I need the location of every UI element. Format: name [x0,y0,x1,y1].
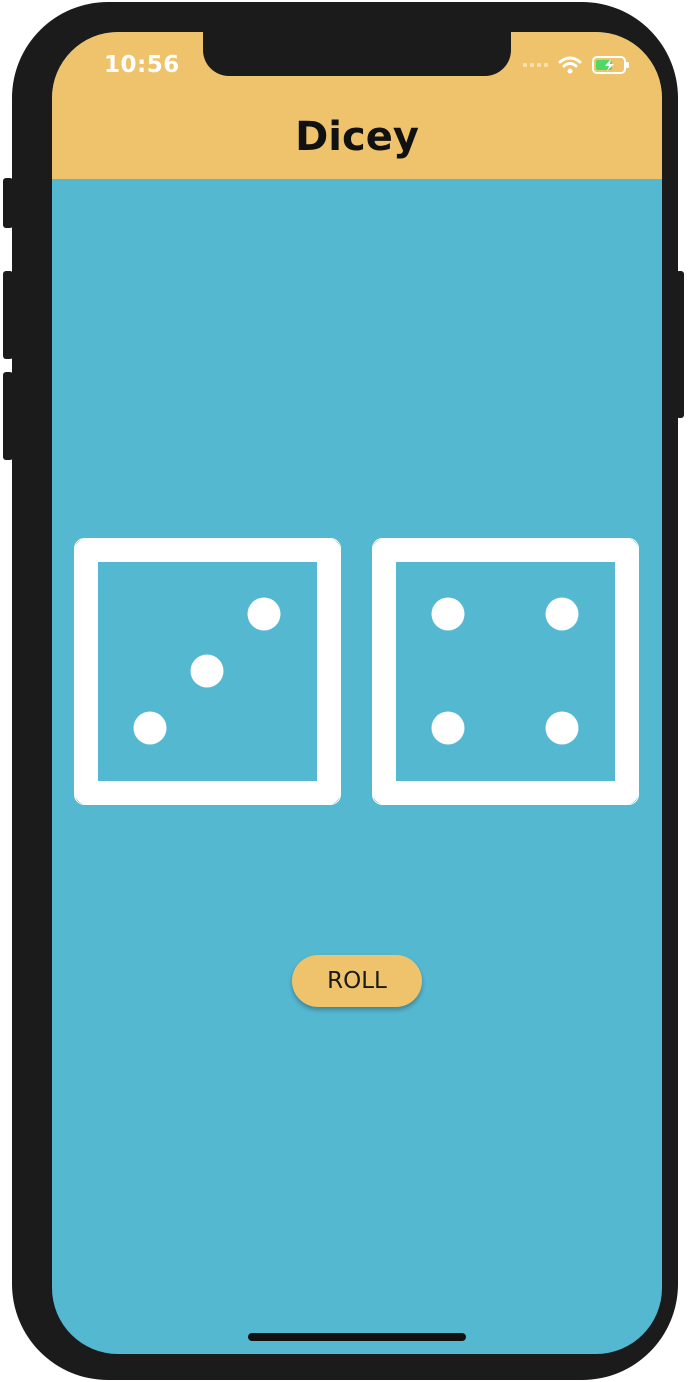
volume-up-button [3,271,13,359]
power-button [676,271,684,418]
status-time: 10:56 [104,52,180,78]
left-die[interactable] [74,538,341,805]
die-pip [431,597,465,631]
roll-button-label: ROLL [327,968,387,994]
die-pip [545,711,579,745]
die-frame [372,538,639,805]
silent-switch [3,178,13,228]
die-pip [190,654,224,688]
device-notch [203,32,511,76]
home-indicator[interactable] [248,1333,466,1341]
die-pip [431,711,465,745]
app-bar: 10:56 Dicey [52,32,662,179]
die-pip [545,597,579,631]
app-title: Dicey [295,114,419,160]
signal-dots-icon [523,63,548,67]
wifi-icon [558,56,582,74]
status-icons [523,56,630,74]
right-die[interactable] [372,538,639,805]
battery-charging-icon [592,56,629,74]
volume-down-button [3,372,13,460]
roll-button[interactable]: ROLL [292,955,422,1007]
die-pip [247,597,281,631]
dice-face-icon [372,538,639,805]
dice-face-icon [74,538,341,805]
die-pip [133,711,167,745]
phone-frame: 10:56 Dicey ROLL [12,2,678,1380]
die-outline [372,538,639,805]
app-screen: 10:56 Dicey ROLL [52,32,662,1354]
